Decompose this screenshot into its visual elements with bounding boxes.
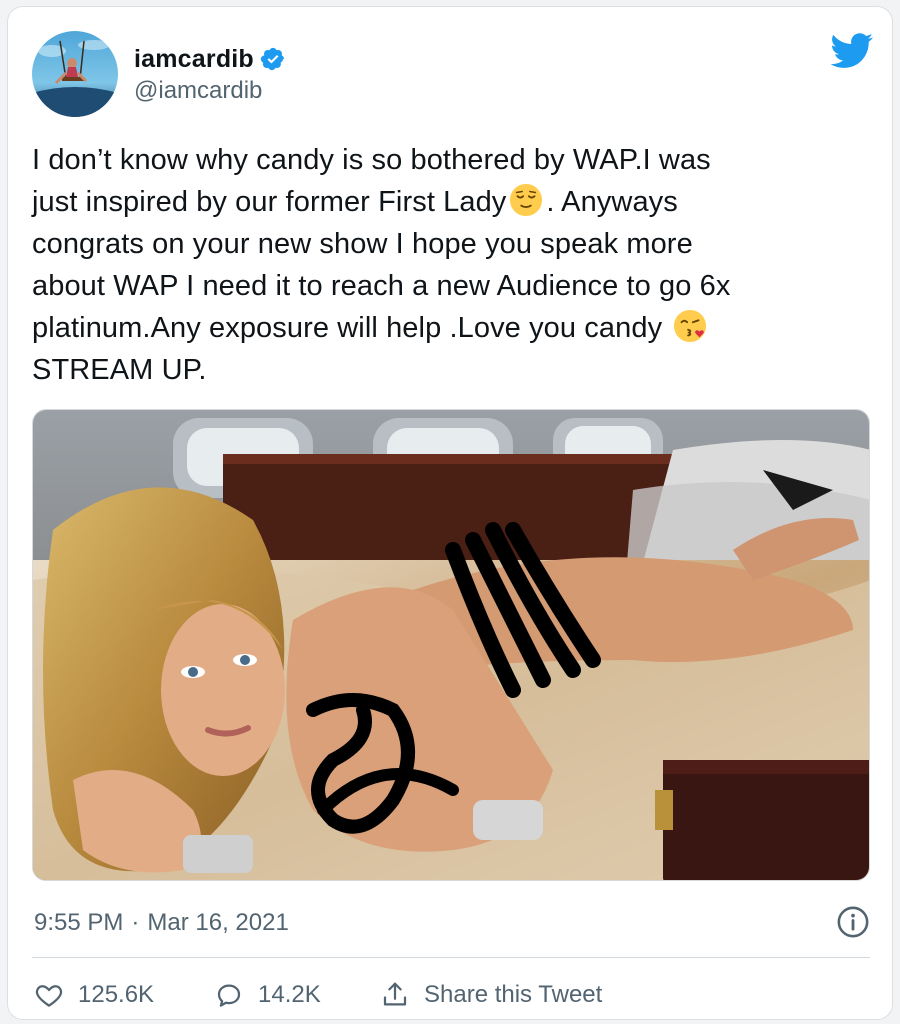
tweet-line: just inspired by our former First Lady .… — [32, 181, 872, 223]
avatar[interactable] — [32, 31, 118, 117]
avatar-image — [32, 31, 118, 117]
heart-icon — [35, 985, 63, 1007]
twitter-bird-icon[interactable] — [830, 33, 874, 69]
verified-badge-icon — [260, 47, 285, 71]
reply-bubble-icon — [217, 984, 241, 1007]
tweet-text: I don’t know why candy is so bothered by… — [32, 139, 872, 391]
display-name-row: iamcardib — [134, 43, 286, 75]
info-icon[interactable] — [836, 905, 870, 939]
tweet-line: congrats on your new show I hope you spe… — [32, 228, 693, 260]
share-label: Share this Tweet — [424, 981, 603, 1008]
tweet-header: iamcardib @iamcardib — [28, 25, 874, 121]
display-name[interactable]: iamcardib — [134, 45, 254, 74]
reply-button[interactable]: 14.2K — [214, 980, 380, 1010]
tweet-actions: 125.6K 14.2K Share this Tweet — [34, 973, 602, 1017]
meta-separator: · — [131, 909, 140, 936]
like-button[interactable]: 125.6K — [34, 980, 214, 1010]
tweet-line-part: . Anyways — [546, 186, 678, 218]
tweet-date: Mar 16, 2021 — [147, 909, 289, 936]
tweet-line: about WAP I need it to reach a new Audie… — [32, 270, 731, 302]
like-count: 125.6K — [78, 981, 155, 1008]
tweet-media-photo[interactable] — [32, 409, 870, 881]
tweet-line: I don’t know why candy is so bothered by… — [32, 144, 711, 176]
tweet-line-part: platinum.Any exposure will help .Love yo… — [32, 312, 663, 344]
user-handle[interactable]: @iamcardib — [134, 77, 286, 105]
face-blowing-kiss-emoji-icon — [674, 309, 707, 343]
divider — [32, 957, 870, 958]
tweet-line: STREAM UP. — [32, 354, 207, 386]
photo-image — [33, 410, 869, 880]
share-button[interactable]: Share this Tweet — [380, 980, 602, 1010]
relieved-face-emoji-icon — [510, 183, 543, 217]
tweet-line: platinum.Any exposure will help .Love yo… — [32, 307, 872, 349]
tweet-card: iamcardib @iamcardib I don’t know why ca… — [7, 6, 893, 1020]
reply-count: 14.2K — [258, 981, 321, 1008]
user-names: iamcardib @iamcardib — [134, 43, 286, 105]
tweet-line-part: just inspired by our former First Lady — [32, 186, 507, 218]
tweet-timestamp[interactable]: 9:55 PM · Mar 16, 2021 — [34, 903, 870, 943]
share-icon — [383, 982, 407, 1006]
tweet-time: 9:55 PM — [34, 909, 124, 936]
